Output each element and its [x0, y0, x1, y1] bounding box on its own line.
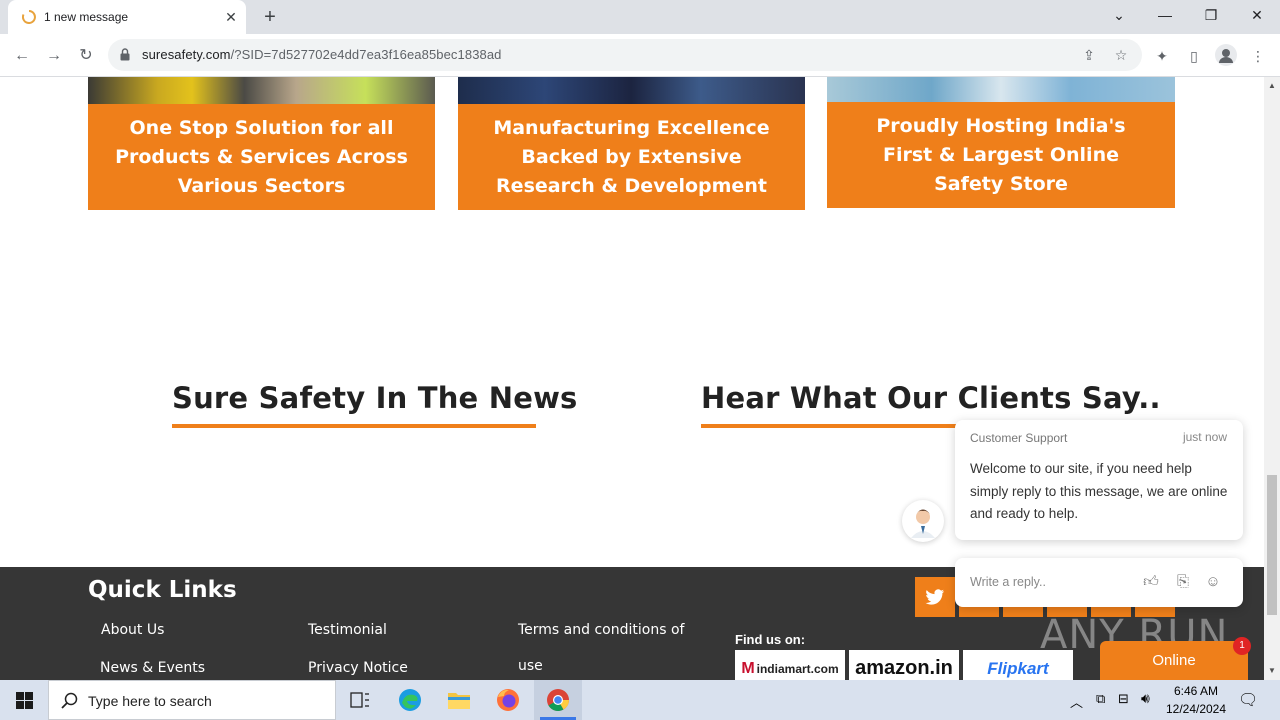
clients-section-title: Hear What Our Clients Say.. — [701, 381, 1161, 415]
side-panel-icon[interactable]: ▯ — [1183, 45, 1205, 67]
restore-button[interactable]: ❐ — [1188, 0, 1234, 30]
browser-tab[interactable]: 1 new message ✕ — [8, 0, 246, 34]
edge-taskbar-button[interactable] — [386, 680, 434, 720]
address-bar[interactable]: suresafety.com/?SID=7d527702e4dd7ea3f16e… — [108, 39, 1142, 71]
taskbar-clock-time[interactable]: 6:46 AM — [1166, 684, 1226, 698]
thumbs-up-icon[interactable]: 👍︎ — [1141, 572, 1161, 592]
scroll-thumb[interactable] — [1267, 475, 1277, 615]
lock-icon — [120, 48, 130, 61]
chat-reply-input[interactable]: Write a reply.. — [970, 575, 1046, 589]
chat-timestamp: just now — [1182, 430, 1227, 444]
news-title-underline — [172, 424, 536, 428]
new-tab-button[interactable]: + — [258, 5, 282, 29]
indiamart-label: indiamart.com — [756, 661, 839, 676]
network-icon[interactable]: ⊟ — [1118, 691, 1129, 707]
attachment-icon[interactable]: ⎘ — [1173, 572, 1193, 592]
chat-message-card: Customer Support just now Welcome to our… — [955, 420, 1243, 540]
notification-center-icon[interactable]: 🗨︎ — [1238, 690, 1258, 710]
indiamart-logo[interactable]: Mindiamart.com — [735, 650, 845, 680]
feature-card-online-store: Proudly Hosting India's First & Largest … — [827, 102, 1175, 208]
tab-strip: 1 new message ✕ + ⌄ — ❐ ✕ — [0, 0, 1280, 34]
emoji-icon[interactable]: ☺ — [1203, 572, 1223, 592]
task-view-icon — [350, 692, 369, 708]
card-photo-workers — [88, 77, 435, 104]
card-photo-factory — [458, 77, 805, 104]
task-view-button[interactable] — [336, 680, 384, 720]
footer-link-terms-cont[interactable]: use — [518, 658, 543, 674]
bookmark-star-icon[interactable]: ☆ — [1112, 46, 1130, 64]
taskbar-search-placeholder: Type here to search — [88, 693, 212, 709]
profile-avatar-icon[interactable] — [1215, 44, 1237, 66]
search-icon — [61, 692, 78, 709]
news-section-title: Sure Safety In The News — [172, 381, 578, 415]
chat-sender: Customer Support — [970, 431, 1068, 445]
start-button[interactable] — [0, 680, 48, 720]
twitter-icon — [925, 588, 944, 605]
scroll-down-icon[interactable]: ▼ — [1268, 667, 1276, 675]
back-icon[interactable]: ← — [9, 43, 35, 69]
volume-icon[interactable]: 🔊︎ — [1141, 690, 1150, 707]
reload-icon[interactable]: ↻ — [73, 43, 99, 69]
windows-taskbar: Type here to search ︿ ⧉ ⊟ 🔊︎ 6:46 AM 12/… — [0, 680, 1280, 720]
clients-title-underline — [701, 424, 961, 428]
support-agent-icon — [911, 509, 935, 538]
firefox-taskbar-button[interactable] — [484, 680, 532, 720]
amazon-logo[interactable]: amazon.in — [849, 650, 959, 680]
feature-card-solutions: One Stop Solution for all Products & Ser… — [88, 104, 435, 210]
edge-icon — [399, 689, 421, 711]
page-scrollbar[interactable]: ▲ ▼ — [1264, 77, 1280, 680]
tab-close-icon[interactable]: ✕ — [222, 8, 240, 26]
loading-favicon-icon — [22, 10, 36, 24]
tray-overflow-chevron-icon[interactable]: ︿ — [1070, 692, 1083, 711]
footer-link-terms[interactable]: Terms and conditions of — [518, 622, 684, 638]
twitter-button[interactable] — [915, 577, 955, 617]
chat-reply-box[interactable]: Write a reply.. 👍︎ ⎘ ☺ — [955, 558, 1243, 607]
find-us-label: Find us on: — [735, 632, 806, 647]
share-icon[interactable]: ⇪ — [1080, 46, 1098, 64]
footer-link-about-us[interactable]: About Us — [101, 622, 164, 638]
chat-unread-badge: 1 — [1233, 637, 1251, 655]
quick-links-title: Quick Links — [88, 577, 237, 603]
chrome-icon — [547, 689, 569, 711]
tab-search-chevron-icon[interactable]: ⌄ — [1096, 0, 1142, 30]
extensions-icon[interactable]: ✦ — [1151, 45, 1173, 67]
taskbar-clock-date[interactable]: 12/24/2024 — [1162, 702, 1230, 716]
forward-icon[interactable]: → — [41, 43, 67, 69]
indiamart-mark-icon: M — [741, 659, 755, 677]
url-path: /?SID=7d527702e4dd7ea3f16ea85bec1838ad — [230, 47, 502, 62]
footer-link-privacy-notice[interactable]: Privacy Notice — [308, 660, 408, 676]
tray-device-icon[interactable]: ⧉ — [1096, 691, 1105, 707]
taskbar-search[interactable]: Type here to search — [48, 680, 336, 720]
card-photo-lab — [827, 77, 1175, 102]
footer-link-testimonial[interactable]: Testimonial — [308, 622, 387, 638]
chat-message: Welcome to our site, if you need help si… — [970, 461, 1228, 521]
folder-icon — [448, 693, 470, 709]
menu-icon[interactable]: ⋮ — [1247, 45, 1269, 67]
url-text: suresafety.com/?SID=7d527702e4dd7ea3f16e… — [142, 47, 502, 62]
url-host: suresafety.com — [142, 47, 231, 62]
windows-logo-icon — [15, 691, 33, 709]
chrome-taskbar-button[interactable] — [534, 680, 582, 720]
chat-online-button[interactable]: Online — [1100, 641, 1248, 681]
close-window-button[interactable]: ✕ — [1234, 0, 1280, 30]
feature-card-manufacturing: Manufacturing Excellence Backed by Exten… — [458, 104, 805, 210]
agent-avatar — [902, 500, 944, 542]
firefox-icon — [497, 689, 519, 711]
tab-title: 1 new message — [44, 10, 129, 24]
minimize-button[interactable]: — — [1142, 0, 1188, 30]
footer-link-news-events[interactable]: News & Events — [100, 660, 205, 676]
scroll-up-icon[interactable]: ▲ — [1268, 82, 1276, 90]
file-explorer-button[interactable] — [435, 680, 483, 720]
browser-toolbar: ← → ↻ suresafety.com/?SID=7d527702e4dd7e… — [0, 34, 1280, 77]
